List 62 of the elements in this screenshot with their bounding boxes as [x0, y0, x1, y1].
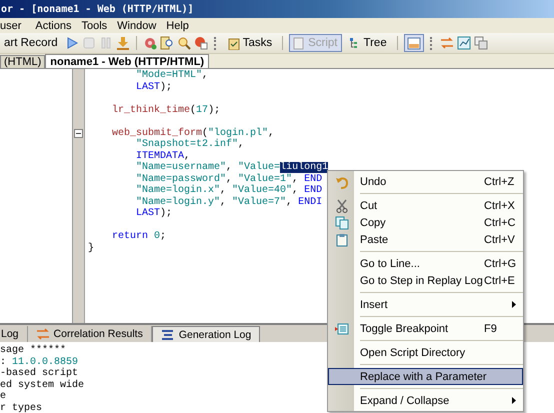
menu-item[interactable]: Tools [76, 20, 112, 32]
toolbar-button[interactable]: Tree [344, 34, 391, 52]
panel-icon [406, 36, 421, 50]
undo-icon [335, 174, 349, 188]
menu-item[interactable]: Help [161, 20, 194, 32]
menu-item[interactable]: Paste Ctrl+V [328, 231, 523, 248]
log-line: : 11.0.0.8859 [0, 356, 78, 368]
log-line: e [0, 391, 6, 402]
log-line: -based script [0, 368, 78, 379]
toolbar-button[interactable]: Tasks [224, 34, 276, 52]
menu-item[interactable]: Replace with a Parameter [328, 368, 523, 385]
menu-item[interactable]: Undo Ctrl+Z [328, 173, 523, 190]
list-icon [160, 328, 175, 340]
log-line: ed system wide [0, 380, 84, 390]
menu-item[interactable]: Copy Ctrl+C [328, 214, 523, 231]
menu-item[interactable]: Insert [328, 296, 523, 313]
code-line: LAST); [135, 208, 172, 219]
code-line: "Name=login.y", "Value=7", ENDI [135, 196, 322, 208]
document-tab[interactable]: noname1 - Web (HTTP/HTML) [45, 54, 210, 68]
magnifier-icon[interactable] [176, 36, 191, 50]
window-title: or - [noname1 - Web (HTTP/HTML)] [0, 4, 194, 14]
collapse-icon[interactable] [74, 128, 83, 138]
menu-item[interactable]: user [0, 20, 26, 32]
layout-button[interactable] [404, 34, 424, 52]
swap-icon[interactable] [440, 36, 454, 50]
menu-item[interactable]: Expand / Collapse [328, 392, 523, 409]
code-line: ITEMDATA, [135, 150, 190, 162]
code-line: } [88, 242, 94, 254]
breakpoint-icon [335, 322, 349, 336]
menu-item[interactable]: Toggle Breakpoint F9 [328, 320, 523, 337]
menu-item[interactable]: Window [112, 20, 162, 32]
code-line: "Name=username", "Value=liulong1 [135, 162, 328, 173]
clipboard-icon [335, 232, 349, 246]
menu-item[interactable]: Go to Line... Ctrl+G [328, 255, 523, 272]
play-icon[interactable] [64, 36, 79, 50]
document-icon [293, 36, 306, 50]
menu-item[interactable]: Cut Ctrl+X [328, 197, 523, 214]
document-tab[interactable]: (HTML) [0, 55, 46, 68]
menu-item[interactable]: Go to Step in Replay LogCtrl+E [328, 272, 523, 289]
log-line: r types [0, 402, 42, 413]
windows-icon[interactable] [474, 36, 488, 50]
download-icon[interactable] [116, 36, 130, 50]
copy-icon [335, 216, 349, 230]
code-line: return 0; [111, 231, 166, 242]
code-line: web_submit_form("login.pl", [111, 128, 274, 138]
menu-item[interactable]: Actions [30, 20, 76, 32]
code-line: "Name=login.x", "Value=40", END [135, 185, 322, 196]
code-line: "Mode=HTML", [135, 70, 208, 81]
toolbar-button[interactable]: art Record [0, 34, 62, 52]
code-line: "Snapshot=t2.inf", [135, 139, 244, 150]
menu-item[interactable]: Open Script Directory [328, 344, 523, 361]
record-icon[interactable] [194, 36, 208, 50]
code-line: lr_think_time(17); [111, 104, 220, 116]
output-tab[interactable]: Generation Log [152, 326, 260, 342]
chart-icon[interactable] [456, 36, 471, 50]
code-line: LAST); [135, 82, 172, 92]
code-line: "Name=password", "Value=1", END [135, 174, 322, 184]
swap-icon [36, 328, 50, 340]
output-tab[interactable]: Log [0, 326, 28, 342]
scissors-icon [335, 198, 349, 212]
clipboard-icon [228, 36, 240, 50]
log-line: sage ****** [0, 345, 66, 356]
